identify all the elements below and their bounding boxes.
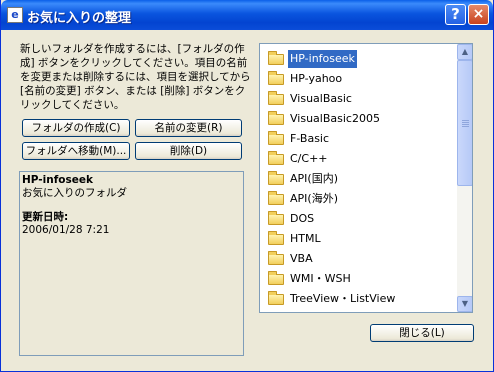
folder-label: VisualBasic [290, 92, 352, 105]
folder-label: C/C++ [290, 152, 328, 165]
title-bar[interactable]: e お気に入りの整理 ? × [1, 0, 493, 30]
folder-label: F-Basic [290, 132, 330, 145]
delete-button[interactable]: 削除(D) [135, 142, 242, 160]
scroll-down-arrow-icon[interactable]: ▼ [457, 296, 472, 312]
folder-icon [268, 171, 284, 185]
folder-icon [268, 111, 284, 125]
window-title: お気に入りの整理 [27, 11, 132, 26]
folder-icon [268, 91, 284, 105]
folder-label: DOS [290, 212, 315, 225]
updated-label: 更新日時: [22, 211, 69, 223]
folder-label: HTML [290, 232, 321, 245]
help-button[interactable]: ? [445, 4, 466, 25]
move-to-folder-button[interactable]: フォルダへ移動(M)... [22, 142, 130, 160]
folder-icon [268, 251, 284, 265]
folder-icon [268, 291, 284, 305]
item-info-panel: HP-infoseek お気に入りのフォルダ 更新日時: 2006/01/28 … [19, 171, 244, 356]
folder-label: VBA [290, 252, 313, 265]
folder-label: VisualBasic2005 [290, 112, 380, 125]
scroll-thumb[interactable] [457, 60, 472, 186]
folder-icon [268, 191, 284, 205]
folder-label: API(国内) [290, 172, 338, 185]
favorites-folder-list[interactable]: HP-infoseek HP-yahoo VisualBasic VisualBasi… [259, 43, 473, 313]
folder-icon [268, 71, 284, 85]
vertical-scrollbar[interactable]: ▲ ▼ [457, 44, 472, 312]
folder-icon [268, 211, 284, 225]
scroll-up-arrow-icon[interactable]: ▲ [457, 44, 472, 60]
folder-icon [268, 271, 284, 285]
folder-label: HP-infoseek [287, 49, 358, 69]
folder-label: WMI・WSH [290, 272, 351, 285]
folder-label: TreeView・ListView [290, 292, 396, 305]
folder-icon [268, 51, 284, 65]
folder-icon [268, 131, 284, 145]
updated-value: 2006/01/28 7:21 [22, 224, 110, 236]
rename-button[interactable]: 名前の変更(R) [135, 119, 242, 137]
folder-label: API(海外) [290, 192, 338, 205]
create-folder-button[interactable]: フォルダの作成(C) [22, 119, 130, 137]
folder-icon [268, 231, 284, 245]
item-name: HP-infoseek [22, 174, 93, 186]
close-button[interactable]: 閉じる(L) [370, 324, 474, 342]
item-type: お気に入りのフォルダ [22, 187, 127, 199]
favorites-icon: e [7, 7, 23, 23]
folder-icon [268, 151, 284, 165]
folder-label: HP-yahoo [290, 72, 343, 85]
instructions-text: 新しいフォルダを作成するには、[フォルダの作成] ボタンをクリックしてください。… [20, 43, 251, 111]
close-icon[interactable]: × [468, 4, 489, 25]
organize-favorites-dialog: e お気に入りの整理 ? × 新しいフォルダを作成するには、[フォルダの作成] … [0, 0, 494, 372]
